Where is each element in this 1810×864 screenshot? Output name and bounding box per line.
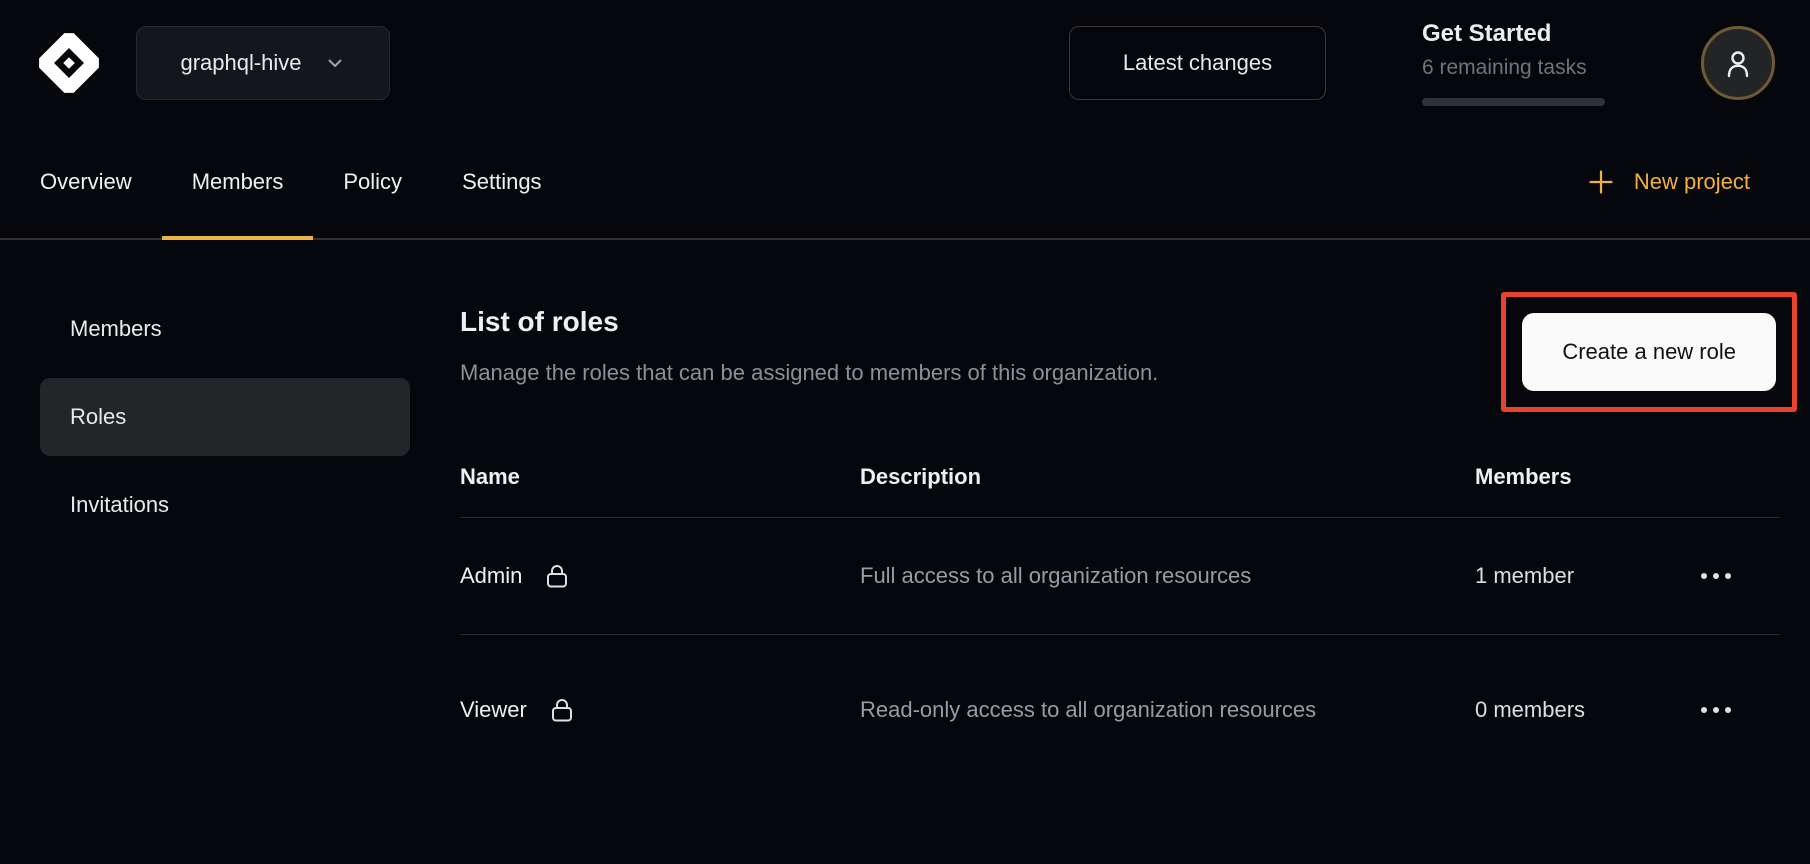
- sidebar-item-members[interactable]: Members: [40, 290, 410, 368]
- get-started-progress-bar: [1422, 98, 1605, 106]
- role-name: Admin: [460, 563, 522, 589]
- org-selector-dropdown[interactable]: graphql-hive: [136, 26, 390, 100]
- plus-icon: [1586, 167, 1616, 197]
- page-subtitle: Manage the roles that can be assigned to…: [460, 358, 1158, 388]
- org-name: graphql-hive: [180, 50, 301, 76]
- row-menu-ellipsis-button[interactable]: [1697, 563, 1735, 589]
- roles-table: Name Description Members Admin Full acce…: [460, 412, 1780, 784]
- role-description: Read-only access to all organization res…: [860, 693, 1340, 727]
- sidebar-item-invitations[interactable]: Invitations: [40, 466, 410, 544]
- table-row-admin: Admin Full access to all organization re…: [460, 518, 1780, 634]
- get-started-widget[interactable]: Get Started 6 remaining tasks: [1422, 20, 1606, 106]
- column-header-members: Members: [1475, 464, 1660, 490]
- annotation-highlight-box: Create a new role: [1501, 292, 1797, 412]
- new-project-label: New project: [1634, 169, 1750, 195]
- role-member-count: 1 member: [1475, 563, 1660, 589]
- role-name: Viewer: [460, 697, 527, 723]
- tab-settings[interactable]: Settings: [432, 125, 572, 238]
- column-header-description: Description: [860, 464, 1475, 490]
- get-started-remaining-tasks: 6 remaining tasks: [1422, 56, 1606, 80]
- latest-changes-button[interactable]: Latest changes: [1069, 26, 1326, 100]
- app-header: graphql-hive Latest changes Get Started …: [0, 0, 1810, 125]
- get-started-title: Get Started: [1422, 20, 1606, 48]
- role-description: Full access to all organization resource…: [860, 559, 1340, 593]
- user-icon: [1720, 45, 1756, 81]
- user-avatar-button[interactable]: [1701, 26, 1775, 100]
- lock-icon: [549, 696, 575, 724]
- tab-policy[interactable]: Policy: [313, 125, 432, 238]
- role-member-count: 0 members: [1475, 697, 1660, 723]
- tab-overview[interactable]: Overview: [10, 125, 162, 238]
- page-title: List of roles: [460, 304, 1158, 340]
- table-row-viewer: Viewer Read-only access to all organizat…: [460, 634, 1780, 784]
- lock-icon: [544, 562, 570, 590]
- members-sidebar: Members Roles Invitations: [40, 290, 410, 784]
- members-page: Members Roles Invitations List of roles …: [0, 240, 1810, 784]
- roles-table-header: Name Description Members: [460, 412, 1780, 518]
- create-new-role-button[interactable]: Create a new role: [1522, 313, 1776, 391]
- chevron-down-icon: [324, 52, 346, 74]
- tab-members[interactable]: Members: [162, 125, 314, 238]
- org-tabs-bar: Overview Members Policy Settings New pro…: [0, 125, 1810, 240]
- roles-panel: List of roles Manage the roles that can …: [460, 290, 1780, 784]
- row-menu-ellipsis-button[interactable]: [1697, 697, 1735, 723]
- hive-logo-icon: [36, 30, 102, 96]
- column-header-name: Name: [460, 464, 860, 490]
- new-project-button[interactable]: New project: [1586, 125, 1750, 238]
- roles-heading-block: List of roles Manage the roles that can …: [460, 290, 1158, 388]
- sidebar-item-roles[interactable]: Roles: [40, 378, 410, 456]
